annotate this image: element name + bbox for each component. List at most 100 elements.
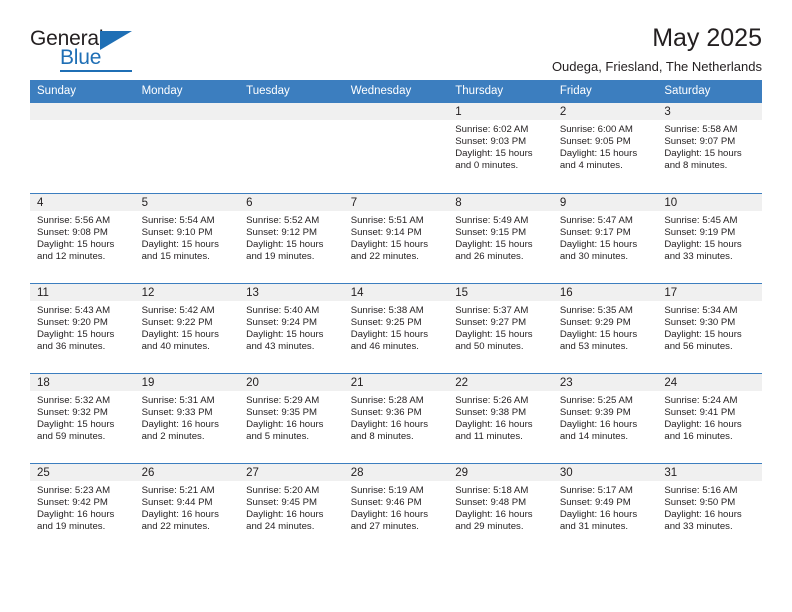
sunset-time: Sunset: 9:44 PM — [141, 496, 213, 508]
day-number: 18 — [30, 373, 135, 391]
sunrise-time: Sunrise: 5:24 AM — [664, 394, 738, 406]
day-cell[interactable]: 13 Sunrise: 5:40 AM Sunset: 9:24 PM Dayligh… — [239, 282, 344, 373]
day-cell[interactable]: 3 Sunrise: 5:58 AM Sunset: 9:07 PM Daylight… — [657, 103, 762, 193]
day-cell[interactable]: 21 Sunrise: 5:28 AM Sunset: 9:36 PM Dayligh… — [343, 372, 449, 463]
daylight-duration-line2: and 50 minutes. — [455, 340, 524, 352]
sunrise-time: Sunrise: 5:31 AM — [141, 394, 215, 406]
sunrise-time: Sunrise: 5:35 AM — [559, 304, 633, 316]
daylight-duration-line1: Daylight: 16 hours — [141, 508, 219, 520]
day-cell[interactable]: 24 Sunrise: 5:24 AM Sunset: 9:41 PM Dayligh… — [657, 372, 762, 463]
triangle-icon — [100, 31, 132, 50]
daylight-duration-line1: Daylight: 15 hours — [559, 238, 638, 250]
daylight-duration-line1: Daylight: 15 hours — [559, 328, 638, 340]
sunrise-time: Sunrise: 6:00 AM — [559, 124, 633, 135]
daylight-duration-line1: Daylight: 15 hours — [37, 418, 115, 430]
sunset-time: Sunset: 9:30 PM — [664, 316, 736, 328]
sunset-time: Sunset: 9:45 PM — [246, 496, 318, 508]
day-details: Sunrise: 5:45 AM Sunset: 9:19 PM Daylight:… — [657, 211, 762, 263]
daylight-duration-line2: and 46 minutes. — [350, 340, 419, 352]
day-cell[interactable]: 18 Sunrise: 5:32 AM Sunset: 9:32 PM Dayligh… — [30, 372, 135, 463]
day-cell[interactable]: 10 Sunrise: 5:45 AM Sunset: 9:19 PM Dayligh… — [657, 192, 762, 283]
day-number — [239, 103, 344, 120]
day-cell[interactable]: 2 Sunrise: 6:00 AM Sunset: 9:05 PM Daylight… — [552, 103, 658, 193]
daylight-duration-line2: and 56 minutes. — [664, 340, 733, 352]
daylight-duration-line1: Daylight: 15 hours — [455, 148, 533, 160]
calendar-week-row: 18 Sunrise: 5:32 AM Sunset: 9:32 PM Dayligh… — [30, 372, 762, 463]
day-cell[interactable]: 6 Sunrise: 5:52 AM Sunset: 9:12 PM Daylight… — [239, 192, 344, 283]
day-cell[interactable]: 28 Sunrise: 5:19 AM Sunset: 9:46 PM Dayligh… — [343, 462, 449, 553]
day-details: Sunrise: 5:23 AM Sunset: 9:42 PM Daylight:… — [30, 481, 135, 533]
day-number: 7 — [343, 193, 449, 211]
day-number: 23 — [552, 373, 658, 391]
day-cell[interactable]: 27 Sunrise: 5:20 AM Sunset: 9:45 PM Dayligh… — [239, 462, 344, 553]
day-cell[interactable]: 8 Sunrise: 5:49 AM Sunset: 9:15 PM Daylight… — [448, 192, 553, 283]
day-number — [30, 103, 135, 120]
day-number: 14 — [343, 283, 449, 301]
sunset-time: Sunset: 9:12 PM — [246, 226, 318, 238]
logo-text-blue: Blue — [60, 46, 102, 69]
day-number: 21 — [343, 373, 449, 391]
day-cell[interactable]: 26 Sunrise: 5:21 AM Sunset: 9:44 PM Dayligh… — [134, 462, 240, 553]
day-cell[interactable]: 22 Sunrise: 5:26 AM Sunset: 9:38 PM Dayligh… — [448, 372, 553, 463]
day-cell[interactable]: 25 Sunrise: 5:23 AM Sunset: 9:42 PM Dayligh… — [30, 462, 135, 553]
daylight-duration-line2: and 22 minutes. — [141, 520, 210, 532]
day-details: Sunrise: 5:47 AM Sunset: 9:17 PM Daylight:… — [553, 211, 658, 263]
day-details: Sunrise: 5:20 AM Sunset: 9:45 PM Daylight:… — [239, 481, 344, 533]
day-details: Sunrise: 5:16 AM Sunset: 9:50 PM Daylight:… — [657, 481, 762, 533]
day-cell[interactable]: 7 Sunrise: 5:51 AM Sunset: 9:14 PM Daylight… — [343, 192, 449, 283]
day-details: Sunrise: 5:51 AM Sunset: 9:14 PM Daylight:… — [344, 211, 449, 263]
day-number: 28 — [343, 463, 449, 481]
day-details: Sunrise: 5:25 AM Sunset: 9:39 PM Daylight:… — [553, 391, 658, 443]
sunset-time: Sunset: 9:50 PM — [664, 496, 736, 508]
day-cell[interactable]: 16 Sunrise: 5:35 AM Sunset: 9:29 PM Dayligh… — [552, 282, 658, 373]
calendar-week-row: 25 Sunrise: 5:23 AM Sunset: 9:42 PM Dayligh… — [30, 462, 762, 553]
general-blue-logo: General Blue — [30, 28, 150, 74]
day-cell[interactable]: 12 Sunrise: 5:42 AM Sunset: 9:22 PM Dayligh… — [134, 282, 240, 373]
sunset-time: Sunset: 9:03 PM — [455, 136, 527, 148]
day-cell[interactable]: 31 Sunrise: 5:16 AM Sunset: 9:50 PM Dayligh… — [657, 462, 762, 553]
day-cell[interactable]: 4 Sunrise: 5:56 AM Sunset: 9:08 PM Daylight… — [30, 192, 135, 283]
day-cell[interactable]: 23 Sunrise: 5:25 AM Sunset: 9:39 PM Dayligh… — [552, 372, 658, 463]
day-details: Sunrise: 5:32 AM Sunset: 9:32 PM Daylight:… — [30, 391, 135, 443]
day-number: 15 — [448, 283, 553, 301]
calendar-week-row: 4 Sunrise: 5:56 AM Sunset: 9:08 PM Daylight… — [30, 192, 762, 283]
day-details: Sunrise: 5:17 AM Sunset: 9:49 PM Daylight:… — [553, 481, 658, 533]
day-cell[interactable]: 15 Sunrise: 5:37 AM Sunset: 9:27 PM Dayligh… — [448, 282, 553, 373]
weekday-header-saturday: Saturday — [657, 80, 762, 103]
sunset-time: Sunset: 9:48 PM — [455, 496, 527, 508]
calendar-body: 1 Sunrise: 6:02 AM Sunset: 9:03 PM Daylight… — [30, 103, 762, 553]
day-number: 3 — [657, 103, 762, 120]
day-details: Sunrise: 5:54 AM Sunset: 9:10 PM Daylight:… — [135, 211, 240, 263]
day-cell[interactable]: 29 Sunrise: 5:18 AM Sunset: 9:48 PM Dayligh… — [448, 462, 553, 553]
day-number: 9 — [552, 193, 658, 211]
day-cell-empty — [343, 103, 449, 193]
day-number: 12 — [134, 283, 240, 301]
day-number: 19 — [134, 373, 240, 391]
sunrise-time: Sunrise: 5:29 AM — [246, 394, 320, 406]
daylight-duration-line2: and 33 minutes. — [664, 520, 733, 532]
day-details: Sunrise: 5:43 AM Sunset: 9:20 PM Daylight:… — [30, 301, 135, 353]
sunrise-time: Sunrise: 5:42 AM — [141, 304, 215, 316]
weekday-header-friday: Friday — [552, 80, 658, 103]
day-cell[interactable]: 30 Sunrise: 5:17 AM Sunset: 9:49 PM Dayligh… — [552, 462, 658, 553]
day-cell[interactable]: 5 Sunrise: 5:54 AM Sunset: 9:10 PM Daylight… — [134, 192, 240, 283]
day-cell[interactable]: 14 Sunrise: 5:38 AM Sunset: 9:25 PM Dayligh… — [343, 282, 449, 373]
day-details: Sunrise: 5:21 AM Sunset: 9:44 PM Daylight:… — [135, 481, 240, 533]
sunrise-time: Sunrise: 5:38 AM — [350, 304, 424, 316]
day-details: Sunrise: 5:28 AM Sunset: 9:36 PM Daylight:… — [344, 391, 449, 443]
sunrise-time: Sunrise: 5:20 AM — [246, 484, 320, 496]
day-details: Sunrise: 5:56 AM Sunset: 9:08 PM Daylight:… — [30, 211, 135, 263]
day-cell[interactable]: 11 Sunrise: 5:43 AM Sunset: 9:20 PM Dayligh… — [30, 282, 135, 373]
day-cell[interactable]: 20 Sunrise: 5:29 AM Sunset: 9:35 PM Dayligh… — [239, 372, 344, 463]
day-cell[interactable]: 1 Sunrise: 6:02 AM Sunset: 9:03 PM Daylight… — [448, 103, 553, 193]
sunrise-time: Sunrise: 5:45 AM — [664, 214, 738, 226]
sunset-time: Sunset: 9:17 PM — [559, 226, 631, 238]
day-cell[interactable]: 19 Sunrise: 5:31 AM Sunset: 9:33 PM Dayligh… — [134, 372, 240, 463]
sunrise-time: Sunrise: 5:17 AM — [559, 484, 633, 496]
day-cell[interactable]: 9 Sunrise: 5:47 AM Sunset: 9:17 PM Daylight… — [552, 192, 658, 283]
day-details: Sunrise: 5:40 AM Sunset: 9:24 PM Daylight:… — [239, 301, 344, 353]
daylight-duration-line2: and 43 minutes. — [246, 340, 315, 352]
daylight-duration-line2: and 4 minutes. — [559, 160, 623, 172]
day-details: Sunrise: 5:38 AM Sunset: 9:25 PM Daylight:… — [344, 301, 449, 353]
day-cell[interactable]: 17 Sunrise: 5:34 AM Sunset: 9:30 PM Dayligh… — [657, 282, 762, 373]
